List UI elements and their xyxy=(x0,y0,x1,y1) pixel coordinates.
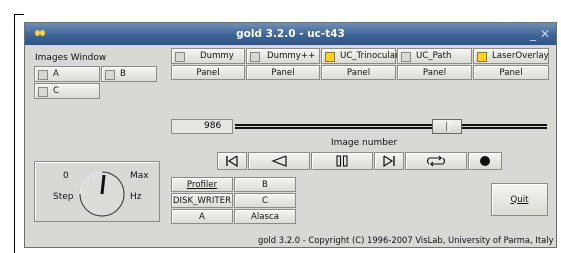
dial-min-label: 0 xyxy=(63,171,69,181)
page-border-line xyxy=(14,14,24,15)
app-icon xyxy=(35,30,45,37)
panel-button-dummy[interactable]: Panel xyxy=(171,65,245,80)
profiler-button[interactable]: Profiler xyxy=(171,177,233,192)
quit-button[interactable]: Quit xyxy=(491,183,548,216)
close-icon[interactable]: ✕ xyxy=(540,23,550,45)
checkbox-box xyxy=(105,70,115,80)
disk-writer-button[interactable]: DISK_WRITER xyxy=(171,193,233,208)
overlay-toggle-uc-path[interactable]: UC_Path xyxy=(397,48,472,64)
dial-hz-label: Hz xyxy=(130,192,142,202)
overlay-toggle-dummy[interactable]: Dummy xyxy=(171,48,245,64)
rate-dial-panel: 0 Max Step Hz xyxy=(34,161,160,222)
module-button-c[interactable]: C xyxy=(234,193,296,208)
first-frame-button[interactable] xyxy=(217,152,247,170)
slider-handle[interactable] xyxy=(432,119,463,134)
loop-button[interactable] xyxy=(405,152,467,170)
checkbox-box xyxy=(325,52,335,62)
pause-icon xyxy=(336,155,348,167)
alasca-button[interactable]: Alasca xyxy=(234,209,296,224)
image-number-slider[interactable] xyxy=(235,124,547,129)
loop-icon xyxy=(426,155,446,167)
images-window-label: Images Window xyxy=(35,53,107,63)
checkbox-box xyxy=(38,87,48,97)
first-frame-icon xyxy=(226,155,238,167)
panel-button-uc-trinocular[interactable]: Panel xyxy=(321,65,396,80)
record-icon xyxy=(480,156,490,166)
step-back-button[interactable] xyxy=(248,152,310,170)
window-title: gold 3.2.0 - uc-t43 xyxy=(236,28,345,40)
image-checkbox-b[interactable]: B xyxy=(101,66,157,82)
page-border-line xyxy=(14,14,15,253)
step-back-icon xyxy=(271,155,287,167)
image-number-label: Image number xyxy=(331,138,398,148)
minimize-icon[interactable]: _ xyxy=(530,23,536,45)
dial-step-label: Step xyxy=(53,192,74,202)
image-checkbox-a[interactable]: A xyxy=(34,66,100,82)
panel-button-laser-overlay[interactable]: Panel xyxy=(473,65,549,80)
checkbox-box xyxy=(250,52,260,62)
copyright-text: gold 3.2.0 - Copyright (C) 1996-2007 Vis… xyxy=(258,235,554,245)
gold-window: gold 3.2.0 - uc-t43 _ ✕ Images Window A … xyxy=(24,22,557,248)
checkbox-box xyxy=(477,52,487,62)
checkbox-box xyxy=(175,52,185,62)
panel-button-uc-path[interactable]: Panel xyxy=(397,65,472,80)
checkbox-box xyxy=(38,70,48,80)
image-checkbox-c[interactable]: C xyxy=(34,83,100,99)
overlay-toggle-dummy-plus[interactable]: Dummy++ xyxy=(246,48,320,64)
next-frame-icon xyxy=(383,155,395,167)
overlay-toggle-laser-overlay[interactable]: LaserOverlay xyxy=(473,48,549,64)
module-button-b[interactable]: B xyxy=(234,177,296,192)
pause-button[interactable] xyxy=(311,152,373,170)
image-number-field[interactable]: 986 xyxy=(171,119,233,134)
checkbox-box xyxy=(401,52,411,62)
panel-button-dummy-plus[interactable]: Panel xyxy=(246,65,320,80)
next-frame-button[interactable] xyxy=(374,152,404,170)
dial-max-label: Max xyxy=(130,171,149,181)
rate-dial[interactable] xyxy=(78,170,126,218)
record-button[interactable] xyxy=(468,152,502,170)
module-button-a[interactable]: A xyxy=(171,209,233,224)
title-bar[interactable]: gold 3.2.0 - uc-t43 _ ✕ xyxy=(25,23,556,45)
overlay-toggle-uc-trinocular[interactable]: UC_Trinocular xyxy=(321,48,399,64)
